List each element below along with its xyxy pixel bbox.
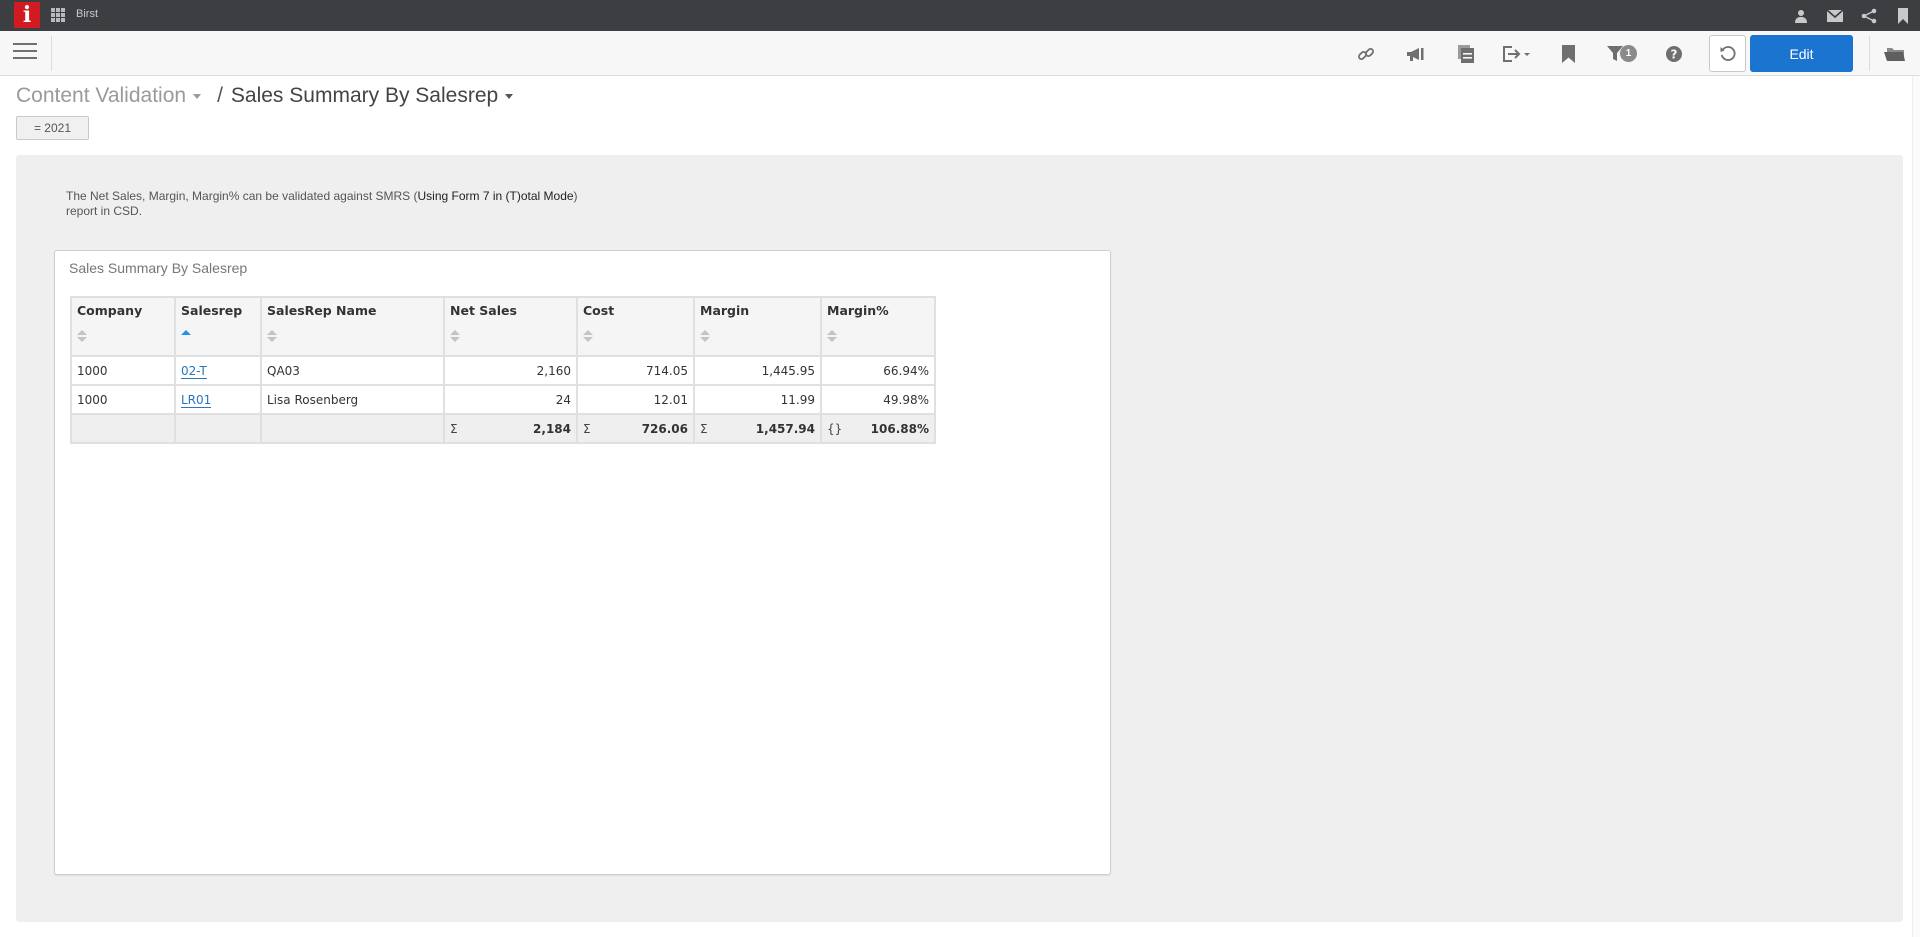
cell-margin: 1,445.95 — [693, 355, 822, 386]
column-header-cost[interactable]: Cost — [576, 296, 695, 357]
cell-net-sales: 24 — [443, 384, 578, 415]
toolbar-actions: 1 ? Edit — [1341, 31, 1920, 76]
cell-salesrep-name: QA03 — [260, 355, 445, 386]
total-margin-pct: {} 106.88% — [820, 413, 936, 444]
export-icon[interactable] — [1491, 31, 1543, 76]
toolbar-divider — [51, 36, 52, 71]
cell-cost: 12.01 — [576, 384, 695, 415]
cell-salesrep: LR01 — [174, 384, 262, 415]
report-panel: Sales Summary By Salesrep Company Salesr… — [54, 250, 1111, 875]
cell-salesrep: 02-T — [174, 355, 262, 386]
app-launcher-icon[interactable] — [51, 8, 65, 22]
report-title: Sales Summary By Salesrep — [69, 260, 248, 276]
bookmark-icon[interactable] — [1886, 0, 1920, 31]
folder-icon[interactable] — [1870, 31, 1920, 76]
page-scrollbar[interactable] — [1912, 76, 1920, 937]
svg-text:?: ? — [1671, 47, 1678, 61]
column-header-company[interactable]: Company — [70, 296, 176, 357]
chevron-down-icon[interactable] — [505, 93, 514, 99]
infor-logo[interactable]: i — [14, 2, 40, 28]
sort-ascending-icon[interactable] — [181, 330, 191, 344]
chevron-down-icon[interactable] — [193, 93, 202, 99]
cell-company: 1000 — [70, 355, 176, 386]
column-header-net-sales[interactable]: Net Sales — [443, 296, 578, 357]
filter-icon[interactable]: 1 — [1593, 31, 1651, 76]
top-bar: i Birst — [0, 0, 1920, 31]
total-cell-empty — [70, 413, 176, 444]
breadcrumb: Content Validation / Sales Summary By Sa… — [16, 84, 514, 108]
total-net-sales: Σ 2,184 — [443, 413, 578, 444]
description-line2: report in CSD. — [66, 204, 143, 218]
totals-row: Σ 2,184 Σ 726.06 Σ 1,457.94 {} 106.88% — [70, 413, 936, 444]
description-emphasis: Using Form 7 in (T)otal Mode — [417, 189, 574, 203]
cell-company: 1000 — [70, 384, 176, 415]
salesrep-link[interactable]: LR01 — [181, 392, 212, 408]
salesrep-link[interactable]: 02-T — [181, 363, 207, 379]
column-header-salesrep[interactable]: Salesrep — [174, 296, 262, 357]
edit-button[interactable]: Edit — [1750, 35, 1853, 72]
total-cell-empty — [260, 413, 445, 444]
sort-icon[interactable] — [450, 330, 460, 344]
mail-icon[interactable] — [1818, 0, 1852, 31]
sort-icon[interactable] — [77, 330, 87, 344]
copy-icon[interactable] — [1441, 31, 1491, 76]
description-line1-prefix: The Net Sales, Margin, Margin% can be va… — [66, 189, 418, 203]
column-header-margin[interactable]: Margin — [693, 296, 822, 357]
cell-net-sales: 2,160 — [443, 355, 578, 386]
top-right-icons — [1784, 0, 1920, 31]
column-header-margin-pct[interactable]: Margin% — [820, 296, 936, 357]
refresh-icon — [1720, 45, 1736, 61]
toolbar: 1 ? Edit — [0, 31, 1920, 76]
menu-icon[interactable] — [13, 43, 37, 63]
table-row: 1000 02-T QA03 2,160 714.05 1,445.95 66.… — [70, 355, 936, 386]
description-text: The Net Sales, Margin, Margin% can be va… — [66, 189, 686, 219]
total-margin: Σ 1,457.94 — [693, 413, 822, 444]
year-filter-chip[interactable]: = 2021 — [16, 116, 89, 140]
cell-salesrep-name: Lisa Rosenberg — [260, 384, 445, 415]
sort-icon[interactable] — [583, 330, 593, 344]
sum-icon: Σ — [700, 421, 708, 436]
expression-icon: {} — [827, 421, 843, 436]
total-cell-empty — [174, 413, 262, 444]
report-table: Company Salesrep SalesRep Name Net Sales… — [70, 296, 936, 444]
cell-margin-pct: 49.98% — [820, 384, 936, 415]
cell-margin-pct: 66.94% — [820, 355, 936, 386]
refresh-button[interactable] — [1709, 35, 1746, 72]
sort-icon[interactable] — [267, 330, 277, 344]
column-header-salesrep-name[interactable]: SalesRep Name — [260, 296, 445, 357]
cell-margin: 11.99 — [693, 384, 822, 415]
cell-cost: 714.05 — [576, 355, 695, 386]
sum-icon: Σ — [450, 421, 458, 436]
sort-icon[interactable] — [827, 330, 837, 344]
sort-icon[interactable] — [700, 330, 710, 344]
header-row: Company Salesrep SalesRep Name Net Sales… — [70, 296, 936, 357]
link-icon[interactable] — [1341, 31, 1391, 76]
description-line1-suffix: ) — [573, 189, 578, 203]
app-name: Birst — [76, 8, 98, 20]
help-icon[interactable]: ? — [1651, 31, 1697, 76]
bookmark-icon[interactable] — [1543, 31, 1593, 76]
table-row: 1000 LR01 Lisa Rosenberg 24 12.01 11.99 … — [70, 384, 936, 415]
filter-count-badge: 1 — [1620, 45, 1637, 62]
breadcrumb-separator: / — [217, 84, 223, 107]
announcement-icon[interactable] — [1391, 31, 1441, 76]
breadcrumb-parent[interactable]: Content Validation — [16, 84, 186, 108]
share-icon[interactable] — [1852, 0, 1886, 31]
total-cost: Σ 726.06 — [576, 413, 695, 444]
user-icon[interactable] — [1784, 0, 1818, 31]
breadcrumb-current[interactable]: Sales Summary By Salesrep — [231, 84, 498, 108]
sum-icon: Σ — [583, 421, 591, 436]
